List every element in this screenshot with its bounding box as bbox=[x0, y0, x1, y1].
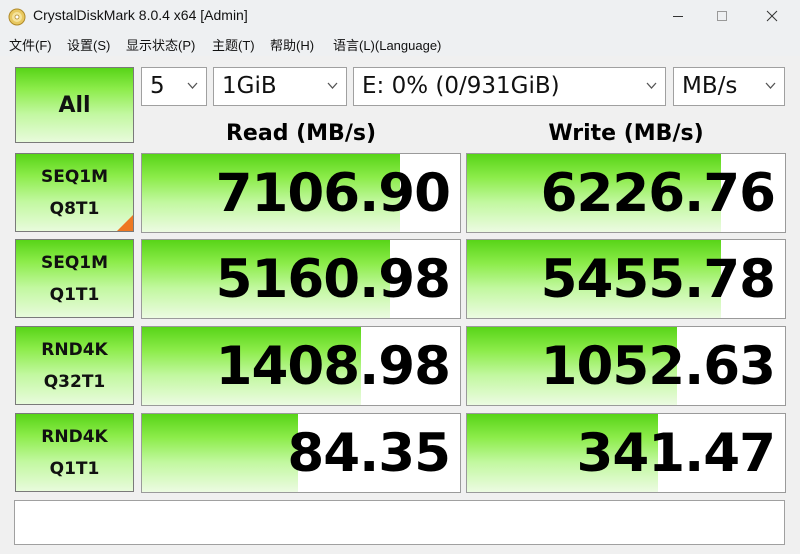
minimize-button[interactable] bbox=[656, 0, 702, 32]
read-result-value: 84.35 bbox=[287, 422, 451, 484]
write-result-cell: 341.47 bbox=[466, 413, 786, 493]
test-name-line2: Q1T1 bbox=[49, 458, 100, 479]
menu-settings[interactable]: 设置(S) bbox=[67, 35, 110, 54]
chevron-down-icon bbox=[187, 82, 198, 89]
write-result-cell: 1052.63 bbox=[466, 326, 786, 406]
menu-theme[interactable]: 主题(T) bbox=[212, 35, 255, 54]
drive-select[interactable]: E: 0% (0/931GiB) bbox=[353, 67, 666, 106]
read-result-value: 1408.98 bbox=[215, 335, 451, 397]
test-button-rnd4k-q32t1[interactable]: RND4K Q32T1 bbox=[15, 326, 134, 405]
menu-language[interactable]: 语言(L)(Language) bbox=[333, 35, 441, 54]
maximize-button[interactable] bbox=[700, 0, 746, 32]
main-panel: All 5 1GiB E: 0% (0/931GiB) MB/s Read (M… bbox=[0, 56, 800, 554]
menu-help[interactable]: 帮助(H) bbox=[270, 35, 314, 54]
test-name-line1: SEQ1M bbox=[40, 252, 109, 273]
unit-value: MB/s bbox=[682, 73, 738, 99]
read-result-value: 5160.98 bbox=[215, 248, 451, 310]
chevron-down-icon bbox=[646, 82, 657, 89]
test-name-line1: SEQ1M bbox=[40, 166, 109, 187]
read-result-cell: 7106.90 bbox=[141, 153, 461, 233]
test-name-line2: Q8T1 bbox=[49, 198, 100, 219]
test-button-seq1m-q8t1[interactable]: SEQ1M Q8T1 bbox=[15, 153, 134, 232]
test-name-line2: Q32T1 bbox=[43, 371, 106, 392]
window-title: CrystalDiskMark 8.0.4 x64 [Admin] bbox=[33, 7, 248, 23]
drive-value: E: 0% (0/931GiB) bbox=[362, 73, 560, 99]
close-button[interactable] bbox=[750, 0, 796, 32]
test-count-select[interactable]: 5 bbox=[141, 67, 207, 106]
title-bar: CrystalDiskMark 8.0.4 x64 [Admin] bbox=[0, 0, 800, 33]
write-result-value: 5455.78 bbox=[540, 248, 776, 310]
selected-marker-icon bbox=[117, 215, 133, 231]
test-size-select[interactable]: 1GiB bbox=[213, 67, 347, 106]
write-result-cell: 5455.78 bbox=[466, 239, 786, 319]
chevron-down-icon bbox=[765, 82, 776, 89]
read-result-cell: 84.35 bbox=[141, 413, 461, 493]
maximize-icon bbox=[717, 11, 727, 21]
unit-select[interactable]: MB/s bbox=[673, 67, 785, 106]
test-name-line2: Q1T1 bbox=[49, 284, 100, 305]
read-result-cell: 5160.98 bbox=[141, 239, 461, 319]
write-result-cell: 6226.76 bbox=[466, 153, 786, 233]
crystaldiskmark-disc-icon bbox=[8, 8, 26, 26]
test-name-line1: RND4K bbox=[41, 426, 108, 447]
test-button-rnd4k-q1t1[interactable]: RND4K Q1T1 bbox=[15, 413, 134, 492]
run-all-label: All bbox=[58, 92, 91, 118]
read-result-cell: 1408.98 bbox=[141, 326, 461, 406]
menu-display[interactable]: 显示状态(P) bbox=[126, 35, 195, 54]
chevron-down-icon bbox=[327, 82, 338, 89]
test-button-seq1m-q1t1[interactable]: SEQ1M Q1T1 bbox=[15, 239, 134, 318]
write-header: Write (MB/s) bbox=[548, 121, 704, 146]
run-all-button[interactable]: All bbox=[15, 67, 134, 143]
close-icon bbox=[766, 10, 778, 22]
read-header: Read (MB/s) bbox=[225, 121, 376, 146]
test-size-value: 1GiB bbox=[222, 73, 277, 99]
test-name-line1: RND4K bbox=[41, 339, 108, 360]
write-result-value: 341.47 bbox=[576, 422, 776, 484]
write-result-value: 6226.76 bbox=[540, 162, 776, 224]
minimize-icon bbox=[673, 16, 683, 17]
read-result-bar bbox=[142, 414, 298, 492]
test-count-value: 5 bbox=[150, 73, 165, 99]
menu-bar: 文件(F) 设置(S) 显示状态(P) 主题(T) 帮助(H) 语言(L)(La… bbox=[0, 33, 800, 55]
menu-file[interactable]: 文件(F) bbox=[9, 35, 52, 54]
read-result-value: 7106.90 bbox=[215, 162, 451, 224]
comment-field[interactable] bbox=[14, 500, 785, 545]
write-result-value: 1052.63 bbox=[540, 335, 776, 397]
